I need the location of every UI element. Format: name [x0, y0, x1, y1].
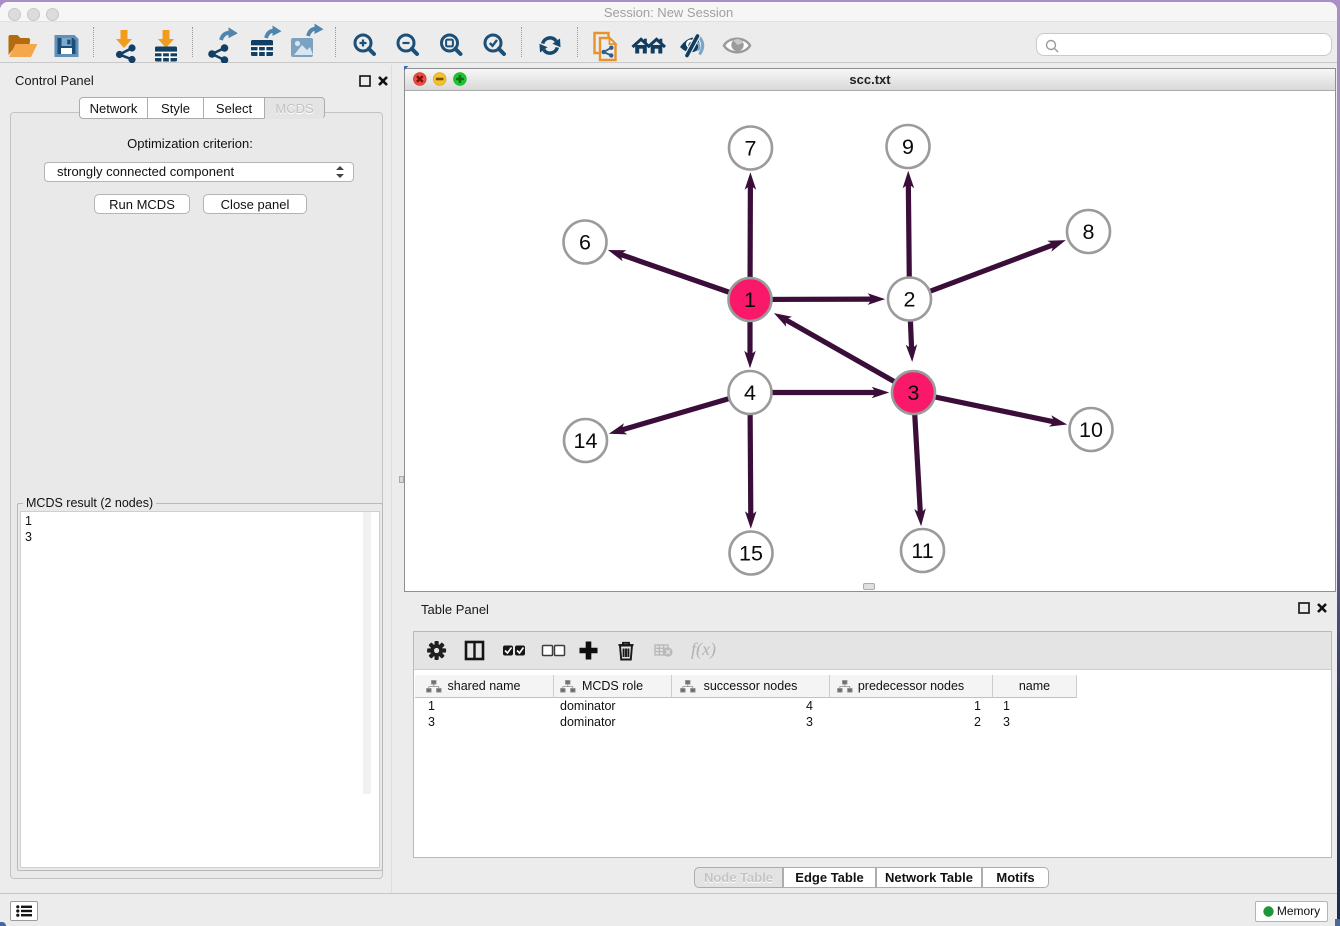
svg-text:15: 15 — [739, 542, 763, 566]
svg-text:14: 14 — [574, 429, 598, 453]
svg-text:2: 2 — [904, 288, 916, 312]
svg-text:11: 11 — [911, 539, 933, 563]
svg-text:7: 7 — [745, 137, 757, 161]
svg-text:6: 6 — [579, 231, 591, 255]
svg-text:9: 9 — [902, 135, 914, 159]
svg-text:8: 8 — [1083, 220, 1095, 244]
svg-text:4: 4 — [744, 381, 756, 405]
svg-text:10: 10 — [1079, 418, 1103, 442]
svg-text:1: 1 — [744, 288, 756, 312]
svg-text:3: 3 — [908, 381, 920, 405]
